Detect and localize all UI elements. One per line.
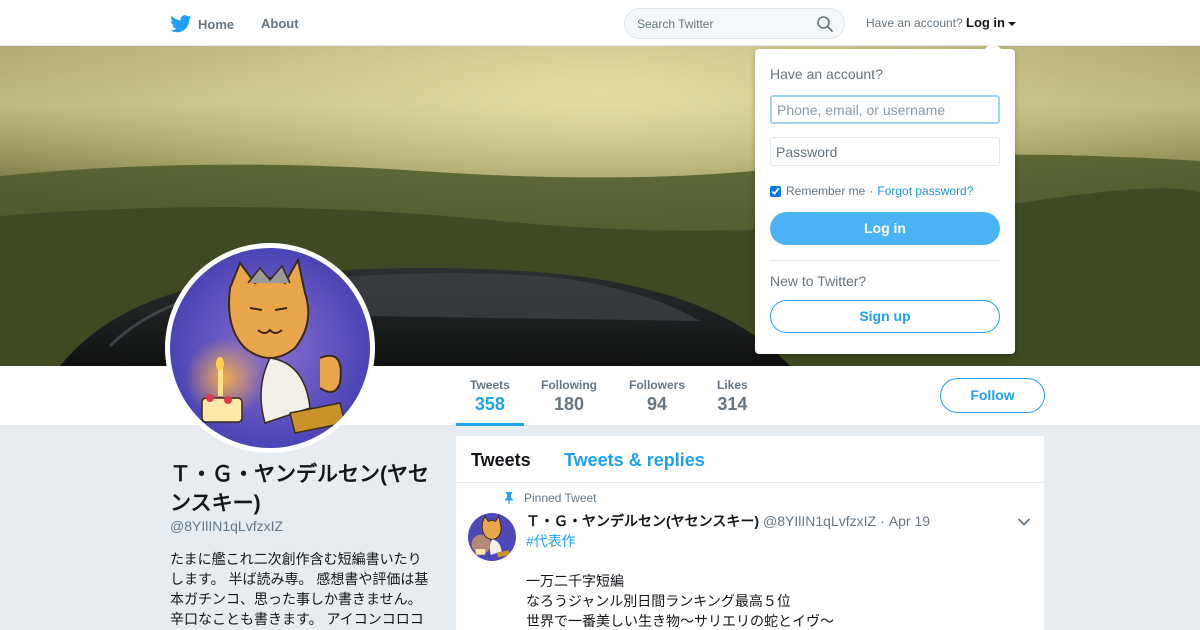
profile-avatar[interactable]: [165, 243, 375, 453]
tweet-header: Ｔ・Ｇ・ヤンデルセン(ヤセンスキー) @8YIlIN1qLvfzxIZ · Ap…: [526, 511, 930, 531]
new-to-twitter-text: New to Twitter?: [770, 273, 867, 289]
stat-following[interactable]: Following 180: [541, 378, 597, 415]
pinned-indicator: Pinned Tweet: [503, 491, 597, 505]
stat-value: 358: [474, 394, 505, 414]
pin-icon: [505, 492, 513, 504]
have-account-text: Have an account?: [866, 16, 963, 30]
tweet-avatar-image: [468, 513, 516, 561]
timeline-tabs: Tweets Tweets & replies: [456, 436, 1044, 483]
login-dropdown: Have an account? Remember me · Forgot pa…: [755, 41, 1015, 354]
stat-value: 94: [646, 394, 668, 414]
stat-likes[interactable]: Likes 314: [717, 378, 748, 415]
caret-down-icon: [1008, 21, 1016, 26]
login-dropdown-heading: Have an account?: [770, 66, 883, 82]
twitter-bird-icon: [170, 15, 192, 33]
profile-bio: たまに艦これ二次創作含む短編書いたりします。 半ば読み専。 感想書や評価は基本ガ…: [170, 551, 429, 627]
tweet-separator: ·: [880, 513, 885, 529]
forgot-password-link[interactable]: Forgot password?: [877, 184, 973, 198]
tweet-text-line: なろうジャンル別日間ランキング最高５位: [526, 593, 791, 609]
stat-label: Following: [541, 378, 597, 392]
dropdown-divider: [770, 260, 1000, 261]
tweet-body: #代表作 一万二千字短編 なろうジャンル別日間ランキング最高５位 世界で一番美し…: [526, 531, 834, 630]
stat-label: Likes: [717, 378, 748, 392]
remember-me-checkbox[interactable]: [770, 185, 781, 197]
stat-tweets[interactable]: Tweets 358: [456, 378, 524, 426]
stat-value: 314: [717, 394, 748, 414]
profile-name: Ｔ・Ｇ・ヤンデルセン(ヤセンスキー): [170, 463, 429, 515]
search-placeholder: Search Twitter: [637, 17, 714, 31]
tab-tweets-replies[interactable]: Tweets & replies: [564, 450, 705, 471]
tweet-author-name[interactable]: Ｔ・Ｇ・ヤンデルセン(ヤセンスキー): [526, 511, 759, 531]
timeline: Tweets Tweets & replies Pinned Tweet Ｔ・Ｇ…: [456, 436, 1044, 630]
pinned-label: Pinned Tweet: [524, 491, 597, 505]
home-label: Home: [198, 16, 235, 32]
stat-followers[interactable]: Followers 94: [629, 378, 685, 415]
tab-tweets[interactable]: Tweets: [471, 450, 531, 471]
tweet-text-line: 一万二千字短編: [526, 573, 624, 589]
tweet-avatar[interactable]: [468, 513, 516, 561]
tweet-author-handle[interactable]: @8YIlIN1qLvfzxIZ: [763, 513, 876, 529]
tweet-text-line: 世界で一番美しい生き物～サリエリの蛇とイヴ～: [526, 613, 834, 629]
search-icon[interactable]: [816, 15, 834, 33]
profile-handle[interactable]: @8YIlIN1qLvfzxIZ: [170, 518, 283, 534]
login-button[interactable]: Log in: [770, 212, 1000, 245]
stat-value: 180: [553, 394, 585, 414]
username-field[interactable]: [770, 95, 1000, 124]
login-label: Log in: [966, 15, 1005, 30]
avatar-image: [170, 248, 370, 448]
remember-row: Remember me · Forgot password?: [770, 184, 973, 198]
tweet-date[interactable]: Apr 19: [889, 513, 930, 529]
nav-home-link[interactable]: Home: [170, 14, 234, 34]
remember-me-label[interactable]: Remember me: [786, 184, 865, 198]
signup-button[interactable]: Sign up: [770, 300, 1000, 333]
password-field[interactable]: [770, 137, 1000, 166]
about-link[interactable]: About: [261, 16, 299, 31]
tweet-hashtag[interactable]: #代表作: [526, 531, 834, 551]
login-dropdown-toggle[interactable]: Log in: [966, 15, 1016, 30]
top-nav: Home About Search Twitter Have an accoun…: [0, 0, 1200, 46]
follow-button[interactable]: Follow: [940, 378, 1045, 413]
stat-label: Followers: [629, 378, 686, 392]
stat-label: Tweets: [470, 378, 510, 392]
remember-separator: ·: [869, 184, 874, 198]
search-box[interactable]: Search Twitter: [624, 8, 845, 39]
chevron-down-icon[interactable]: [1016, 514, 1032, 530]
